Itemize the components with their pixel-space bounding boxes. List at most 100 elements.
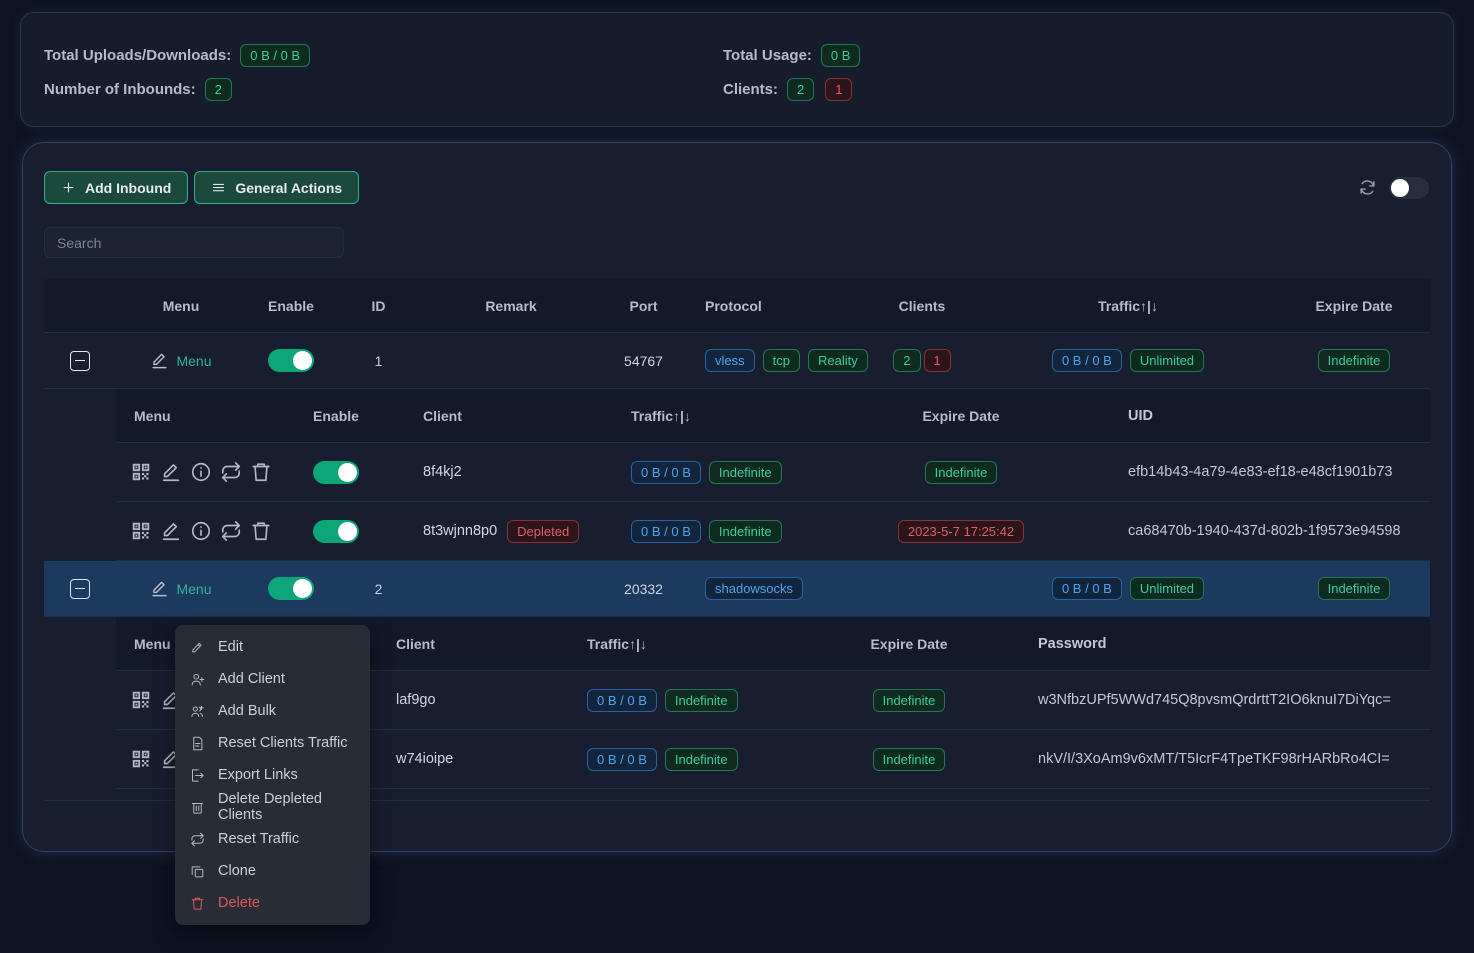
refresh-icon xyxy=(1358,178,1377,197)
traffic-badge: 0 B / 0 B xyxy=(631,461,701,484)
expire-badge: Indefinite xyxy=(925,461,998,484)
collapse-row-button[interactable] xyxy=(70,579,90,599)
clients-depleted-badge: 1 xyxy=(924,349,951,372)
dark-mode-toggle[interactable] xyxy=(1389,177,1429,199)
menu-item-reset-traffic[interactable]: Reset Traffic xyxy=(175,823,370,855)
total-uploads-downloads-badge: 0 B / 0 B xyxy=(240,44,310,67)
collapse-row-button[interactable] xyxy=(70,351,90,371)
header-traffic-sort[interactable]: Traffic↑|↓ xyxy=(571,617,809,670)
inbound-id: 1 xyxy=(336,333,421,388)
header-enable: Enable xyxy=(246,279,336,332)
header-password: Password xyxy=(1009,617,1430,670)
refresh-button[interactable] xyxy=(1358,178,1377,197)
plus-icon xyxy=(61,180,76,195)
vless-clients-table: Menu Enable Client Traffic↑|↓ Expire Dat… xyxy=(116,389,1430,561)
search-input[interactable] xyxy=(44,227,344,258)
general-actions-button[interactable]: General Actions xyxy=(194,171,359,204)
client-name: 8f4kj2 xyxy=(423,464,462,480)
total-uploads-downloads-label: Total Uploads/Downloads: xyxy=(44,47,231,64)
quota-badge: Unlimited xyxy=(1130,349,1204,372)
menu-item-add-bulk[interactable]: Add Bulk xyxy=(175,695,370,727)
users-plus-icon xyxy=(190,704,205,719)
protocol-tag: vless xyxy=(705,349,755,372)
clients-depleted-badge: 1 xyxy=(825,78,852,101)
add-inbound-button[interactable]: Add Inbound xyxy=(44,171,188,204)
edit-pencil-icon xyxy=(150,579,169,598)
enable-toggle[interactable] xyxy=(268,349,314,372)
edit-client-icon[interactable] xyxy=(160,520,182,542)
inbounds-count-label: Number of Inbounds: xyxy=(44,81,196,98)
qr-code-icon[interactable] xyxy=(130,461,152,483)
inbounds-table-header: Menu Enable ID Remark Port Protocol Clie… xyxy=(44,279,1430,333)
inbound-menu-button[interactable]: Menu xyxy=(150,351,211,370)
vless-clients-header: Menu Enable Client Traffic↑|↓ Expire Dat… xyxy=(116,389,1430,443)
clients-active-badge: 2 xyxy=(787,78,814,101)
menu-item-export-links[interactable]: Export Links xyxy=(175,759,370,791)
edit-client-icon[interactable] xyxy=(160,461,182,483)
inbound-row-2-selected: Menu 2 20332 shadowsocks 0 B / 0 B Unlim… xyxy=(44,561,1430,617)
header-menu: Menu xyxy=(116,279,246,332)
client-password: nkV/I/3XoAm9v6xMT/T5IcrF4TpeTKF98rHARbRo… xyxy=(1009,730,1430,788)
qr-code-icon[interactable] xyxy=(130,520,152,542)
client-uid: ca68470b-1940-437d-802b-1f9573e94598 xyxy=(1116,502,1430,560)
traffic-badge: 0 B / 0 B xyxy=(631,520,701,543)
client-uid: efb14b43-4a79-4e83-ef18-e48cf1901b73 xyxy=(1116,443,1430,501)
expire-badge: Indefinite xyxy=(1318,577,1391,600)
protocol-tag: tcp xyxy=(763,349,800,372)
client-password: w3NfbzUPf5WWd745Q8pvsmQrdrttT2IO6knuI7Di… xyxy=(1009,671,1430,729)
protocol-tag: shadowsocks xyxy=(705,577,803,600)
menu-item-delete-depleted-clients[interactable]: Delete Depleted Clients xyxy=(175,791,370,823)
header-enable: Enable xyxy=(286,389,386,442)
file-check-icon xyxy=(190,736,205,751)
header-traffic-sort[interactable]: Traffic↑|↓ xyxy=(978,279,1278,332)
enable-toggle[interactable] xyxy=(268,577,314,600)
bin-icon xyxy=(190,800,205,815)
info-icon[interactable] xyxy=(190,520,212,542)
menu-item-add-client[interactable]: Add Client xyxy=(175,663,370,695)
quota-badge: Indefinite xyxy=(665,689,738,712)
client-enable-toggle[interactable] xyxy=(313,461,359,484)
inbounds-count-badge: 2 xyxy=(205,78,232,101)
quota-badge: Indefinite xyxy=(709,461,782,484)
menu-item-edit[interactable]: Edit xyxy=(175,631,370,663)
trash-icon xyxy=(190,896,205,911)
inbound-port: 20332 xyxy=(601,561,686,616)
header-traffic-sort[interactable]: Traffic↑|↓ xyxy=(566,389,806,442)
reset-traffic-icon[interactable] xyxy=(220,461,242,483)
inbound-port: 54767 xyxy=(601,333,686,388)
menu-item-reset-clients-traffic[interactable]: Reset Clients Traffic xyxy=(175,727,370,759)
delete-client-icon[interactable] xyxy=(250,461,272,483)
inbound-menu-button[interactable]: Menu xyxy=(150,579,211,598)
delete-client-icon[interactable] xyxy=(250,520,272,542)
client-enable-toggle[interactable] xyxy=(313,520,359,543)
inbound-remark xyxy=(421,561,601,616)
total-usage-badge: 0 B xyxy=(821,44,861,67)
expire-badge: Indefinite xyxy=(1318,349,1391,372)
header-client: Client xyxy=(386,389,566,442)
inbound-context-menu: Edit Add Client Add Bulk Reset Clients T… xyxy=(175,625,370,925)
clients-count-label: Clients: xyxy=(723,81,778,98)
reset-traffic-icon[interactable] xyxy=(220,520,242,542)
inbound-remark xyxy=(421,333,601,388)
header-expire-date: Expire Date xyxy=(806,389,1116,442)
header-port: Port xyxy=(601,279,686,332)
traffic-badge: 0 B / 0 B xyxy=(1052,577,1122,600)
quota-badge: Indefinite xyxy=(709,520,782,543)
general-actions-label: General Actions xyxy=(235,180,342,196)
qr-code-icon[interactable] xyxy=(130,748,152,770)
edit-icon xyxy=(190,640,205,655)
client-row: 8t3wjnn8p0 Depleted 0 B / 0 B Indefinite… xyxy=(116,502,1430,561)
client-row: 8f4kj2 0 B / 0 B Indefinite Indefinite e… xyxy=(116,443,1430,502)
header-protocol: Protocol xyxy=(686,279,866,332)
info-icon[interactable] xyxy=(190,461,212,483)
menu-item-delete[interactable]: Delete xyxy=(175,887,370,919)
hamburger-icon xyxy=(211,180,226,195)
quota-badge: Unlimited xyxy=(1130,577,1204,600)
expire-badge: Indefinite xyxy=(873,689,946,712)
inbound-row-1: Menu 1 54767 vless tcp Reality 2 1 0 B /… xyxy=(44,333,1430,389)
total-usage-label: Total Usage: xyxy=(723,47,812,64)
qr-code-icon[interactable] xyxy=(130,689,152,711)
menu-item-clone[interactable]: Clone xyxy=(175,855,370,887)
toolbar: Add Inbound General Actions xyxy=(44,171,1430,204)
export-icon xyxy=(190,768,205,783)
